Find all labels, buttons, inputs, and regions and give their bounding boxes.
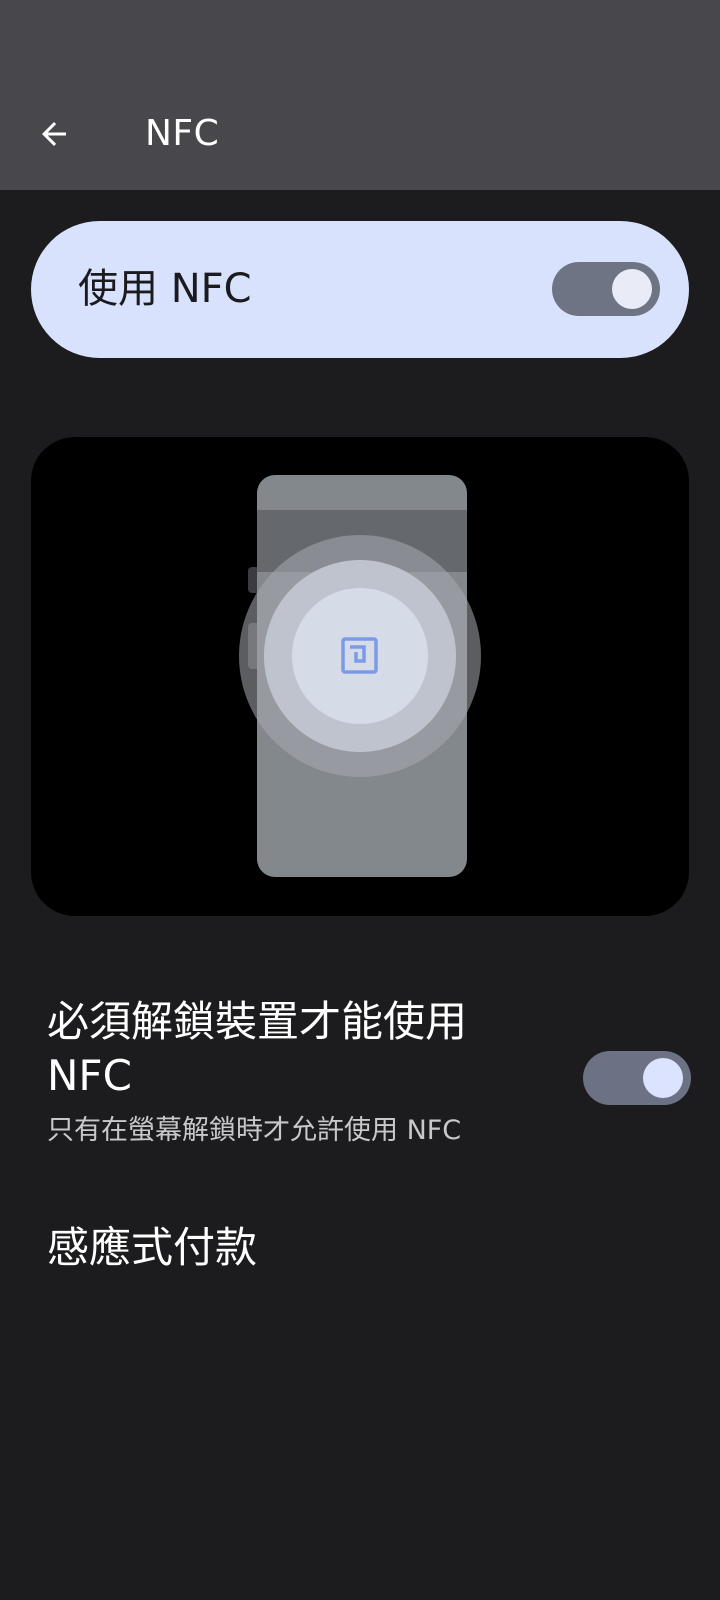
tap-and-pay-title: 感應式付款 [47, 1223, 258, 1272]
page-title: NFC [145, 113, 220, 154]
require-unlock-title: 必須解鎖裝置才能使用 NFC [47, 997, 468, 1100]
require-unlock-summary: 只有在螢幕解鎖時才允許使用 NFC [47, 1115, 462, 1146]
use-nfc-switch[interactable] [552, 262, 660, 316]
switch-thumb [643, 1058, 683, 1098]
switch-thumb [612, 269, 652, 309]
use-nfc-label: 使用 NFC [78, 266, 252, 312]
nfc-illustration [31, 437, 689, 916]
tap-and-pay-preference[interactable]: 感應式付款 [0, 1220, 720, 1300]
phone-tap-graphic [239, 475, 481, 877]
require-unlock-switch[interactable] [583, 1051, 691, 1105]
back-button[interactable] [28, 108, 80, 160]
use-nfc-toggle-card[interactable]: 使用 NFC [31, 221, 689, 358]
arrow-back-icon [42, 122, 66, 146]
require-unlock-preference[interactable]: 必須解鎖裝置才能使用 NFC 只有在螢幕解鎖時才允許使用 NFC [0, 995, 720, 1165]
app-bar: NFC [0, 0, 720, 190]
